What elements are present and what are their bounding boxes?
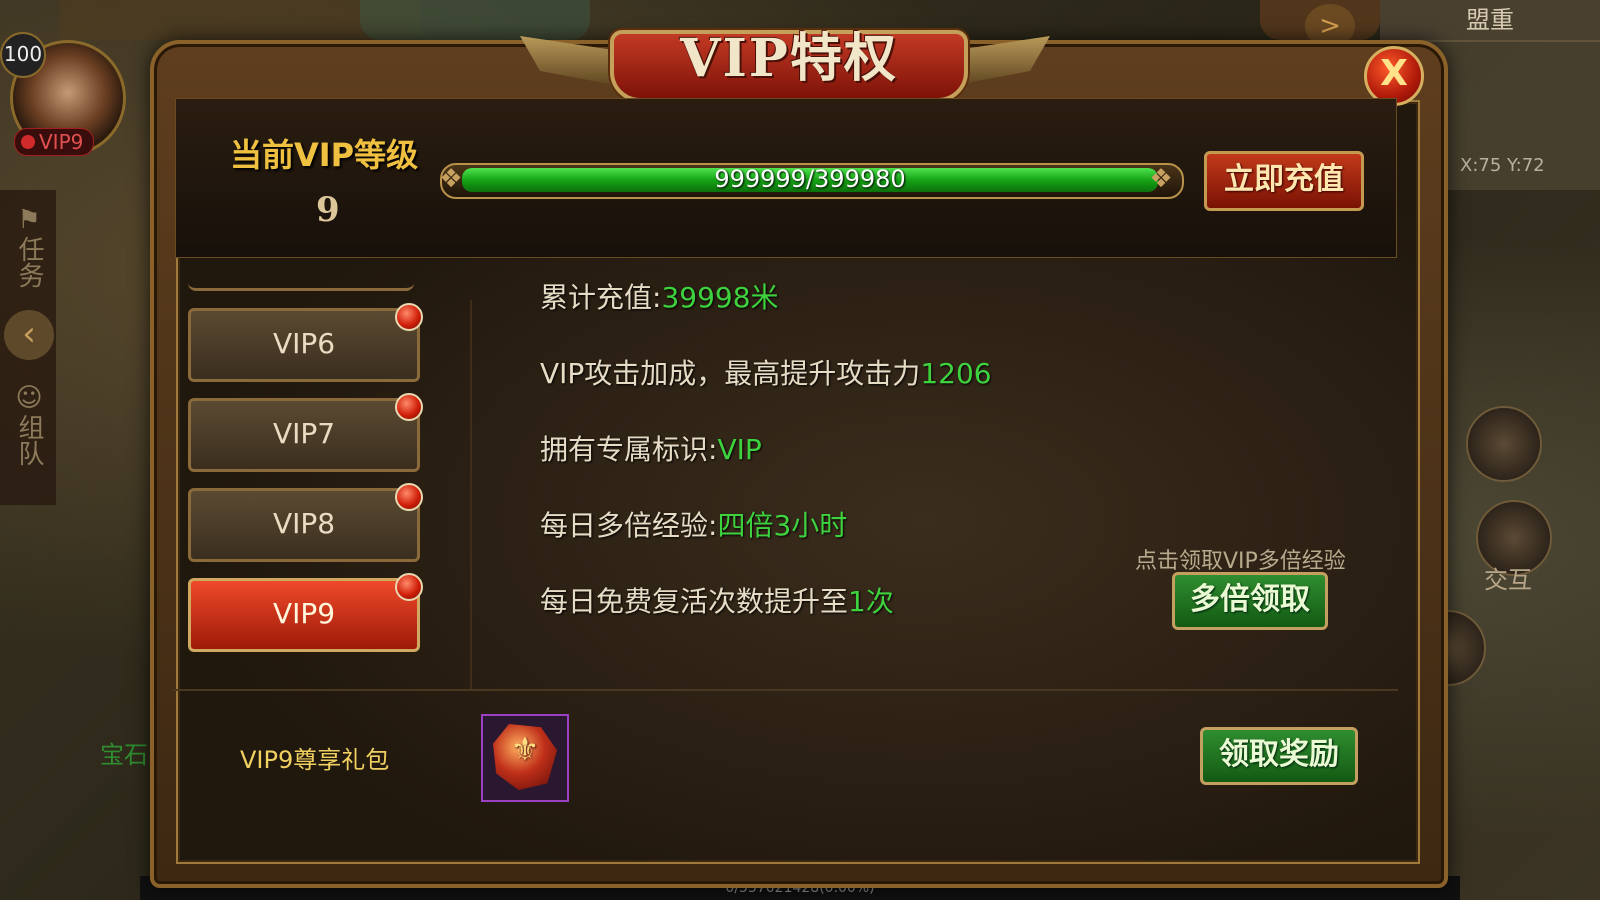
privilege-multi-exp: 每日多倍经验:四倍3小时 <box>540 504 847 544</box>
privilege-value: VIP <box>717 433 762 466</box>
close-button[interactable]: X <box>1364 46 1424 106</box>
diamond-icon[interactable] <box>1466 406 1542 482</box>
tab-vip9[interactable]: VIP9 <box>188 573 423 652</box>
tab-vip7[interactable]: VIP7 <box>188 393 423 472</box>
tab-list-scroll-edge <box>188 272 414 291</box>
side-team-button[interactable]: ☺ 组队 <box>4 382 54 482</box>
collapse-arrow-icon[interactable]: ‹ <box>4 310 54 360</box>
current-vip-label: 当前VIP等级 <box>230 136 419 174</box>
interact-label: 交互 <box>1484 566 1532 594</box>
side-team-label: 组队 <box>14 414 44 466</box>
player-level: 100 <box>0 32 46 78</box>
current-vip-level: 9 <box>316 190 340 230</box>
dialog-title: VIP特权 <box>680 28 898 89</box>
privilege-value: 1次 <box>848 585 894 618</box>
side-task-label: 任务 <box>14 236 44 288</box>
privilege-attack-bonus: VIP攻击加成，最高提升攻击力1206 <box>540 352 992 392</box>
notification-dot-icon <box>395 573 423 601</box>
tab-label: VIP8 <box>272 507 336 540</box>
privilege-value: 四倍3小时 <box>717 509 848 542</box>
privilege-value: 1206 <box>920 357 992 390</box>
claim-reward-button[interactable]: 领取奖励 <box>1200 727 1358 785</box>
recharge-button[interactable]: 立即充值 <box>1204 151 1364 211</box>
gift-glyph: ⚜ <box>510 730 540 768</box>
content-divider-vertical <box>470 300 472 690</box>
close-icon: X <box>1380 53 1408 94</box>
gift-item-slot[interactable]: ⚜ <box>481 714 569 802</box>
notification-dot-icon <box>395 303 423 331</box>
multi-exp-hint: 点击领取VIP多倍经验 <box>1135 549 1346 574</box>
tab-vip8[interactable]: VIP8 <box>188 483 423 562</box>
content-divider-horizontal <box>172 689 1398 691</box>
flag-icon: ⚑ <box>17 205 41 235</box>
side-panel: ⚑ 任务 ‹ ☺ 组队 <box>0 190 56 505</box>
progress-text: 999999/399980 <box>714 165 906 193</box>
notification-dot-icon <box>395 393 423 421</box>
player-vip-badge: VIP9 <box>14 128 95 156</box>
claim-multi-exp-button[interactable]: 多倍领取 <box>1172 572 1328 630</box>
privilege-label: 拥有专属标识: <box>540 433 718 466</box>
privilege-free-revive: 每日免费复活次数提升至1次 <box>540 580 894 620</box>
privilege-label: 每日多倍经验: <box>540 509 718 542</box>
privilege-total-recharge: 累计充值:39998米 <box>540 276 779 316</box>
map-coords: X:75 Y:72 <box>1460 155 1545 176</box>
tab-label: VIP6 <box>272 327 336 360</box>
tab-label: VIP9 <box>272 597 336 630</box>
privilege-label: VIP攻击加成，最高提升攻击力 <box>540 357 921 390</box>
tab-vip6[interactable]: VIP6 <box>188 303 423 382</box>
privilege-label: 每日免费复活次数提升至 <box>540 585 849 618</box>
map-title: 盟重 <box>1380 0 1600 42</box>
privilege-label: 累计充值: <box>540 281 662 314</box>
team-icon: ☺ <box>15 383 43 413</box>
side-task-button[interactable]: ⚑ 任务 <box>4 204 54 304</box>
notification-dot-icon <box>395 483 423 511</box>
gift-pack-label: VIP9尊享礼包 <box>240 746 390 774</box>
privilege-value: 39998米 <box>661 281 779 314</box>
tab-label: VIP7 <box>272 417 336 450</box>
privilege-vip-mark: 拥有专属标识:VIP <box>540 428 762 468</box>
gem-link[interactable]: 宝石 <box>100 735 148 770</box>
top-bar-mid <box>360 0 590 40</box>
